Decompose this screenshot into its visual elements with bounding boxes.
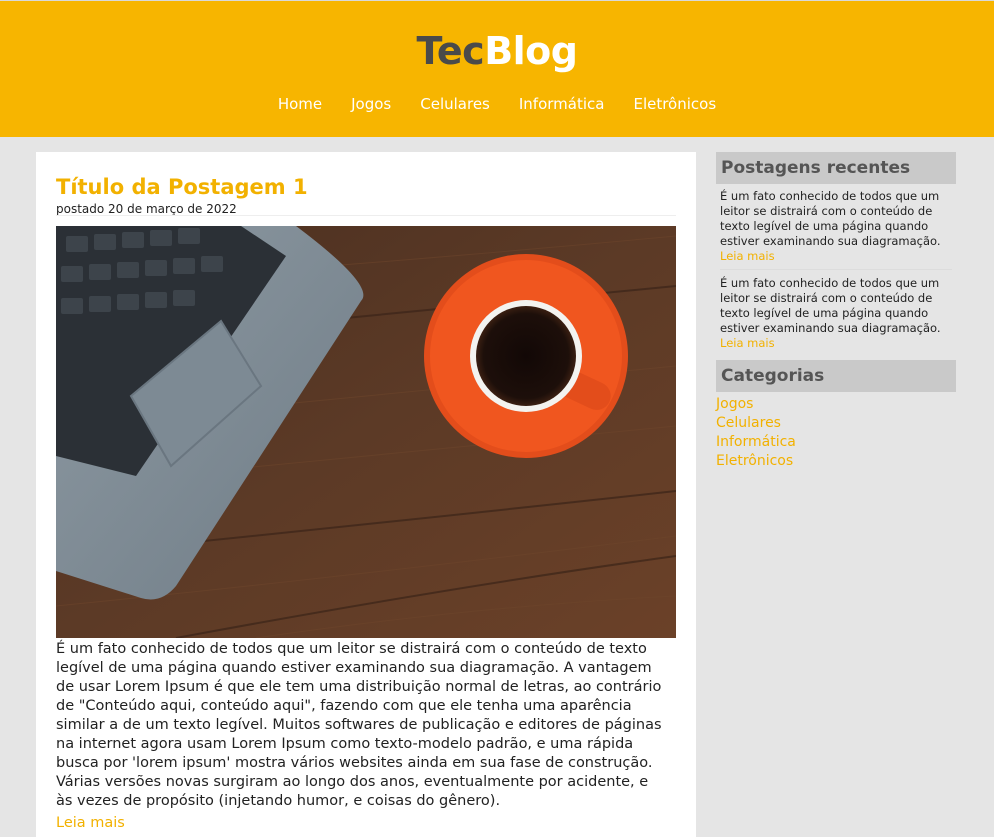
post-body: É um fato conhecido de todos que um leit… [56,641,662,809]
post-title[interactable]: Título da Postagem 1 [56,172,308,202]
category-jogos[interactable]: Jogos [716,395,956,414]
recent-posts-heading: Postagens recentes [716,152,956,184]
categories-heading: Categorias [716,360,956,392]
sidebar: Postagens recentes É um fato conhecido d… [716,152,956,471]
nav-jogos[interactable]: Jogos [351,94,391,114]
recent-post-item: É um fato conhecido de todos que um leit… [720,276,952,356]
site-header: TecBlog Home Jogos Celulares Informática… [0,0,994,137]
logo-part-tec: Tec [416,29,485,73]
category-eletronicos[interactable]: Eletrônicos [716,452,956,471]
main-nav: Home Jogos Celulares Informática Eletrôn… [0,94,994,114]
post-image [56,226,676,638]
recent-post-item: É um fato conhecido de todos que um leit… [720,189,952,270]
recent-post-read-more[interactable]: Leia mais [720,249,952,264]
recent-post-text: É um fato conhecido de todos que um leit… [720,276,941,335]
recent-posts-list: É um fato conhecido de todos que um leit… [716,184,956,356]
recent-post-text: É um fato conhecido de todos que um leit… [720,189,941,248]
nav-eletronicos[interactable]: Eletrônicos [633,94,716,114]
categories-list: Jogos Celulares Informática Eletrônicos [716,395,956,471]
category-informatica[interactable]: Informática [716,433,956,452]
logo-part-blog: Blog [484,29,578,73]
nav-celulares[interactable]: Celulares [420,94,490,114]
nav-home[interactable]: Home [278,94,322,114]
category-celulares[interactable]: Celulares [716,414,956,433]
post-read-more-link[interactable]: Leia mais [56,814,125,833]
recent-post-read-more[interactable]: Leia mais [720,336,952,351]
nav-informatica[interactable]: Informática [519,94,605,114]
site-logo[interactable]: TecBlog [0,28,994,74]
post-divider [56,215,676,216]
post-container: Título da Postagem 1 postado 20 de março… [36,152,696,837]
